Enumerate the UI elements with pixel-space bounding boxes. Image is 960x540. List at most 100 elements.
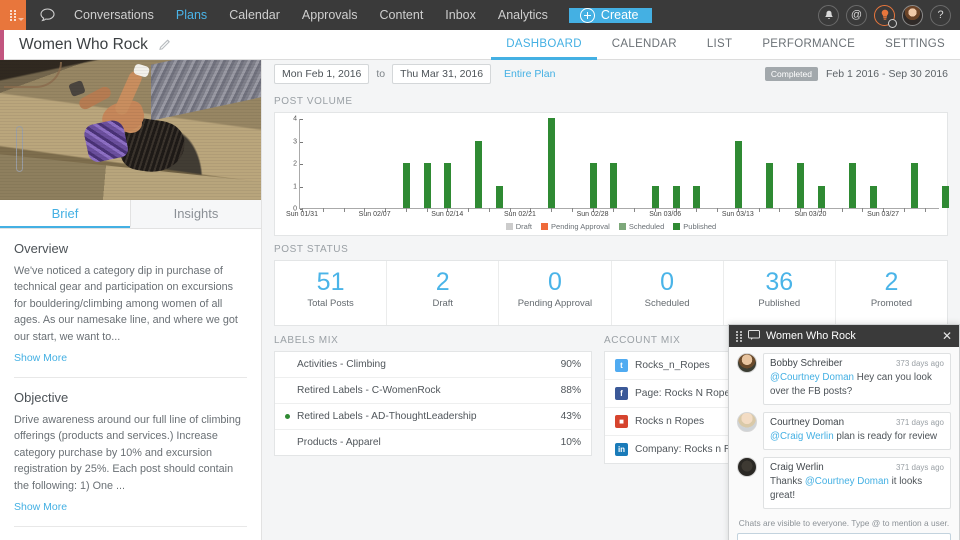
stat-value: 2: [836, 269, 947, 295]
date-to-input[interactable]: Thu Mar 31, 2016: [392, 64, 491, 84]
drag-grip-icon[interactable]: [736, 331, 742, 342]
tab-insights[interactable]: Insights: [130, 200, 261, 228]
nav-item-conversations[interactable]: Conversations: [63, 0, 165, 30]
list-item[interactable]: Retired Labels - C-WomenRock88%: [275, 378, 591, 404]
create-button[interactable]: Create: [569, 8, 653, 23]
chart-bar[interactable]: [403, 163, 410, 208]
facebook-icon: f: [615, 387, 628, 400]
tab-calendar[interactable]: CALENDAR: [597, 30, 692, 60]
bell-icon[interactable]: [818, 5, 839, 26]
label-percent: 88%: [561, 385, 581, 396]
user-mention[interactable]: @Courtney Doman: [805, 476, 889, 487]
chart-bar[interactable]: [475, 141, 482, 209]
chat-panel-header[interactable]: Women Who Rock ✕: [729, 325, 959, 347]
nav-right-icons: @ ?: [818, 0, 960, 30]
sidebar-tabs: Brief Insights: [0, 200, 261, 229]
chart-bar[interactable]: [818, 186, 825, 209]
chart-bar[interactable]: [942, 186, 949, 209]
nav-item-calendar[interactable]: Calendar: [218, 0, 291, 30]
chart-bar[interactable]: [849, 163, 856, 208]
linkedin-icon: in: [615, 443, 628, 456]
post-status-panel: 51Total Posts2Draft0Pending Approval0Sch…: [274, 260, 948, 326]
chart-bar[interactable]: [548, 118, 555, 208]
stat-cell: 51Total Posts: [275, 261, 387, 325]
page-title: Women Who Rock: [19, 36, 148, 54]
avatar[interactable]: [737, 412, 757, 432]
chart-bar[interactable]: [444, 163, 451, 208]
lightbulb-search-icon[interactable]: [874, 5, 895, 26]
chart-bar[interactable]: [424, 163, 431, 208]
chat-message-list[interactable]: Bobby Schreiber373 days ago@Courtney Dom…: [729, 347, 959, 512]
chart-y-tick-label: 4: [293, 116, 300, 123]
chart-bar[interactable]: [870, 186, 877, 209]
avatar[interactable]: [737, 457, 757, 477]
chart-y-tick-label: 2: [293, 161, 300, 168]
date-range-toolbar: Mon Feb 1, 2016 to Thu Mar 31, 2016 Enti…: [262, 60, 960, 88]
rock-climber-photo: [0, 60, 261, 200]
legend-entry[interactable]: Draft: [506, 222, 532, 231]
list-item[interactable]: Retired Labels - AD-ThoughtLeadership43%: [275, 404, 591, 430]
chart-x-tick-mark: [779, 208, 780, 212]
nav-item-analytics[interactable]: Analytics: [487, 0, 559, 30]
show-more-link-objective[interactable]: Show More: [14, 501, 67, 513]
nav-item-plans[interactable]: Plans: [165, 0, 218, 30]
twitter-icon: t: [615, 359, 628, 372]
avatar[interactable]: [737, 353, 757, 373]
tab-dashboard[interactable]: DASHBOARD: [491, 30, 597, 60]
chart-bar[interactable]: [735, 141, 742, 209]
legend-entry[interactable]: Published: [673, 222, 716, 231]
nav-item-content[interactable]: Content: [369, 0, 435, 30]
chart-bar[interactable]: [797, 163, 804, 208]
tab-performance[interactable]: PERFORMANCE: [747, 30, 870, 60]
chart-x-tick-mark: [862, 208, 863, 212]
entire-plan-link[interactable]: Entire Plan: [504, 68, 555, 80]
show-more-link-overview[interactable]: Show More: [14, 352, 67, 364]
chart-bar[interactable]: [693, 186, 700, 209]
date-from-input[interactable]: Mon Feb 1, 2016: [274, 64, 369, 84]
chart-x-tick-label: Sun 03/20: [795, 211, 827, 218]
chart-bar[interactable]: [590, 163, 597, 208]
list-item[interactable]: Products - Apparel10%: [275, 430, 591, 455]
app-logo[interactable]: [0, 0, 26, 30]
at-mention-icon[interactable]: @: [846, 5, 867, 26]
tab-list[interactable]: LIST: [692, 30, 748, 60]
stat-cell: 0Scheduled: [612, 261, 724, 325]
tab-settings[interactable]: SETTINGS: [870, 30, 960, 60]
label-percent: 43%: [561, 411, 581, 422]
chart-y-tick-mark: [300, 142, 303, 143]
chart-bar[interactable]: [673, 186, 680, 209]
nav-item-approvals[interactable]: Approvals: [291, 0, 369, 30]
chart-bar[interactable]: [496, 186, 503, 209]
legend-entry[interactable]: Pending Approval: [541, 222, 610, 231]
chat-input[interactable]: [737, 533, 951, 540]
chart-x-tick-label: Sun 03/13: [722, 211, 754, 218]
chat-message: Craig Werlin371 days agoThanks @Courtney…: [737, 457, 951, 509]
brief-sidebar: Brief Insights Overview We've noticed a …: [0, 60, 262, 540]
help-icon[interactable]: ?: [930, 5, 951, 26]
chart-x-tick-mark: [323, 208, 324, 212]
nav-item-inbox[interactable]: Inbox: [434, 0, 487, 30]
legend-entry[interactable]: Scheduled: [619, 222, 664, 231]
chevron-down-icon[interactable]: [18, 18, 24, 21]
chart-bar[interactable]: [766, 163, 773, 208]
main-nav-items: Conversations Plans Calendar Approvals C…: [26, 0, 652, 30]
chart-x-tick-label: Sun 01/31: [286, 211, 318, 218]
legend-swatch: [673, 223, 680, 230]
pencil-icon[interactable]: [158, 38, 172, 52]
legend-label: Scheduled: [629, 222, 664, 231]
legend-swatch: [541, 223, 548, 230]
chart-bar[interactable]: [911, 163, 918, 208]
close-icon[interactable]: ✕: [942, 330, 952, 342]
chart-bar[interactable]: [610, 163, 617, 208]
list-item[interactable]: Activities - Climbing90%: [275, 352, 591, 378]
chart-y-tick-mark: [300, 119, 303, 120]
user-mention[interactable]: @Courtney Doman: [770, 372, 854, 383]
avatar[interactable]: [902, 5, 923, 26]
stat-cell: 2Promoted: [836, 261, 947, 325]
tab-brief[interactable]: Brief: [0, 200, 130, 228]
chart-bar[interactable]: [652, 186, 659, 209]
user-mention[interactable]: @Craig Werlin: [770, 431, 834, 442]
chat-bubble-icon: [748, 327, 760, 345]
speech-bubble-icon[interactable]: [40, 8, 55, 22]
labels-mix-label: LABELS MIX: [274, 326, 592, 351]
